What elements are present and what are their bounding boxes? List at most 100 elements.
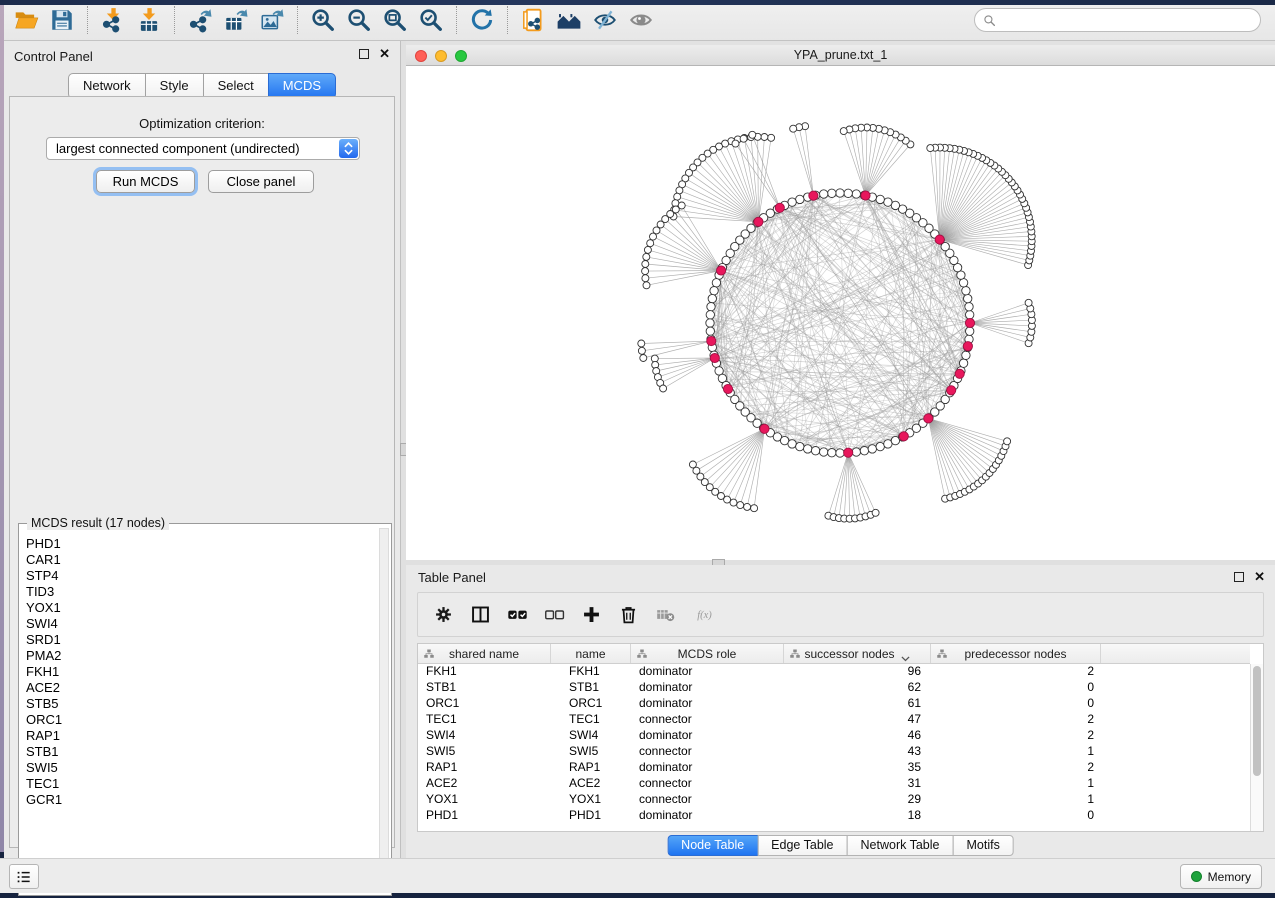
node-table-scrollbar[interactable] — [1250, 664, 1263, 831]
cell-MCDS-role: dominator — [631, 728, 784, 744]
toolbar-separator — [174, 6, 175, 34]
table-panel-title: Table Panel — [418, 570, 486, 585]
refresh-button[interactable] — [464, 4, 500, 36]
table-row[interactable]: YOX1YOX1connector291 — [418, 792, 1250, 808]
new-network-from-selection-button[interactable] — [515, 4, 551, 36]
tab-node-table[interactable]: Node Table — [667, 835, 758, 856]
column-header-predecessor-nodes[interactable]: predecessor nodes — [931, 644, 1101, 663]
tab-edge-table[interactable]: Edge Table — [757, 835, 847, 856]
column-header-shared-name[interactable]: shared name — [418, 644, 551, 663]
show-graphics-details-button[interactable] — [623, 4, 659, 36]
close-panel-button[interactable]: Close panel — [208, 170, 314, 193]
search-input[interactable] — [1002, 13, 1252, 27]
cell-successor-nodes: 43 — [784, 744, 931, 760]
go-home-button[interactable] — [551, 4, 587, 36]
table-settings-button[interactable] — [430, 602, 456, 628]
search-box[interactable] — [974, 8, 1261, 32]
cell-MCDS-role: connector — [631, 744, 784, 760]
cell-MCDS-role: connector — [631, 776, 784, 792]
control-panel-title: Control Panel — [14, 49, 93, 64]
refresh-icon — [469, 7, 495, 33]
table-row[interactable]: STB1STB1dominator620 — [418, 680, 1250, 696]
table-row[interactable]: SWI4SWI4dominator462 — [418, 728, 1250, 744]
zoom-in-button[interactable] — [305, 4, 341, 36]
cell-MCDS-role: dominator — [631, 664, 784, 680]
sort-indicator-icon — [901, 651, 910, 657]
mcds-result-item[interactable]: GCR1 — [26, 792, 378, 808]
mcds-result-scrollbar[interactable] — [379, 528, 389, 893]
table-row[interactable]: TEC1TEC1connector472 — [418, 712, 1250, 728]
import-network-button[interactable] — [95, 4, 131, 36]
mcds-result-item[interactable]: SWI4 — [26, 616, 378, 632]
close-panel-icon[interactable]: ✕ — [379, 49, 390, 59]
column-header-MCDS-role[interactable]: MCDS role — [631, 644, 784, 663]
mcds-result-list[interactable]: PHD1CAR1STP4TID3YOX1SWI4SRD1PMA2FKH1ACE2… — [20, 530, 378, 894]
table-row[interactable]: FKH1FKH1dominator962 — [418, 664, 1250, 680]
mcds-result-item[interactable]: FKH1 — [26, 664, 378, 680]
table-row[interactable]: RAP1RAP1dominator352 — [418, 760, 1250, 776]
mcds-result-item[interactable]: PHD1 — [26, 536, 378, 552]
cell-MCDS-role: dominator — [631, 808, 784, 824]
show-panels-button[interactable] — [9, 864, 39, 889]
table-row[interactable]: ORC1ORC1dominator610 — [418, 696, 1250, 712]
main-toolbar — [0, 0, 1275, 41]
export-network-button[interactable] — [182, 4, 218, 36]
show-columns-button[interactable] — [467, 602, 493, 628]
delete-column-button[interactable] — [615, 602, 641, 628]
select-all-button[interactable] — [504, 602, 530, 628]
table-row[interactable]: SWI5SWI5connector431 — [418, 744, 1250, 760]
network-canvas[interactable] — [406, 66, 1275, 560]
open-file-button[interactable] — [8, 4, 44, 36]
tab-network-table[interactable]: Network Table — [847, 835, 954, 856]
optimization-criterion-select[interactable]: largest connected component (undirected) — [46, 137, 360, 160]
memory-status-icon — [1191, 871, 1202, 882]
cell-name: FKH1 — [551, 664, 631, 680]
run-mcds-button[interactable]: Run MCDS — [96, 170, 195, 193]
close-table-panel-icon[interactable]: ✕ — [1254, 572, 1265, 582]
mcds-result-item[interactable]: STP4 — [26, 568, 378, 584]
save-session-button[interactable] — [44, 4, 80, 36]
table-row[interactable]: ACE2ACE2connector311 — [418, 776, 1250, 792]
float-panel-icon[interactable] — [359, 49, 369, 59]
zoom-selected-button[interactable] — [413, 4, 449, 36]
mcds-result-item[interactable]: STB5 — [26, 696, 378, 712]
mcds-result-item[interactable]: RAP1 — [26, 728, 378, 744]
column-type-icon — [789, 648, 801, 660]
export-table-button[interactable] — [218, 4, 254, 36]
column-header-name[interactable]: name — [551, 644, 631, 663]
scrollbar-thumb[interactable] — [1253, 666, 1261, 776]
tab-motifs[interactable]: Motifs — [952, 835, 1013, 856]
mcds-result-item[interactable]: TEC1 — [26, 776, 378, 792]
toolbar-separator — [87, 6, 88, 34]
float-table-panel-icon[interactable] — [1234, 572, 1244, 582]
zoom-out-button[interactable] — [341, 4, 377, 36]
cell-name: SWI5 — [551, 744, 631, 760]
mcds-result-item[interactable]: SRD1 — [26, 632, 378, 648]
memory-button[interactable]: Memory — [1180, 864, 1262, 889]
column-header-successor-nodes[interactable]: successor nodes — [784, 644, 931, 663]
mcds-result-item[interactable]: CAR1 — [26, 552, 378, 568]
hide-labels-button[interactable] — [587, 4, 623, 36]
mcds-result-item[interactable]: STB1 — [26, 744, 378, 760]
mcds-result-item[interactable]: YOX1 — [26, 600, 378, 616]
zoom-fit-button[interactable] — [377, 4, 413, 36]
export-image-button[interactable] — [254, 4, 290, 36]
column-label: name — [575, 647, 605, 661]
table-row[interactable]: PHD1PHD1dominator180 — [418, 808, 1250, 824]
mcds-result-item[interactable]: ACE2 — [26, 680, 378, 696]
column-label: predecessor nodes — [964, 647, 1066, 661]
hide-labels-icon — [592, 7, 618, 33]
toolbar-separator — [297, 6, 298, 34]
unselect-all-button[interactable] — [541, 602, 567, 628]
export-image-icon — [259, 7, 285, 33]
mcds-result-item[interactable]: SWI5 — [26, 760, 378, 776]
mcds-result-box: MCDS result (17 nodes) PHD1CAR1STP4TID3Y… — [18, 523, 392, 896]
open-file-icon — [13, 7, 39, 33]
column-label: successor nodes — [804, 647, 894, 661]
mcds-result-item[interactable]: ORC1 — [26, 712, 378, 728]
import-table-button[interactable] — [131, 4, 167, 36]
mcds-result-item[interactable]: PMA2 — [26, 648, 378, 664]
mcds-result-item[interactable]: TID3 — [26, 584, 378, 600]
cell-predecessor-nodes: 2 — [931, 664, 1101, 680]
add-column-button[interactable] — [578, 602, 604, 628]
